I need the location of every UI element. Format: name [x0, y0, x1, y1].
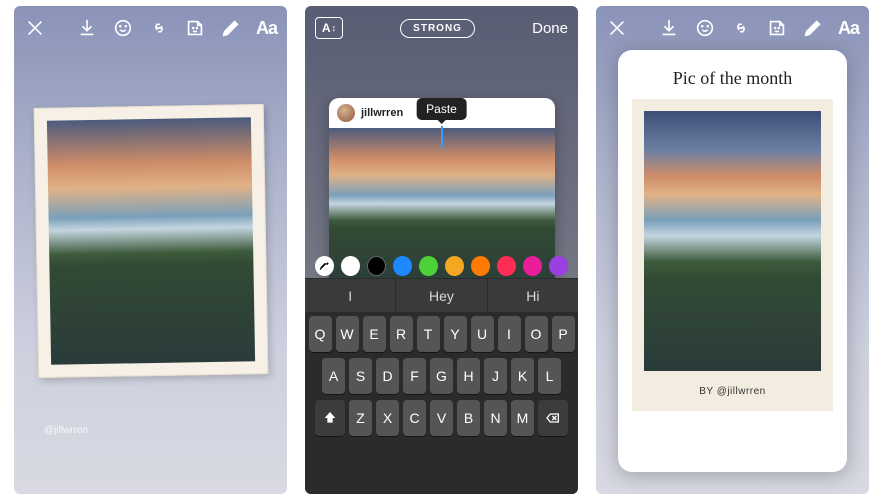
font-size-picker-icon[interactable] [315, 17, 343, 39]
key-t[interactable]: T [417, 316, 440, 352]
keyboard-row-1: QWERTYUIOP [307, 316, 576, 352]
avatar [337, 104, 355, 122]
story-editor-panel-1: Aa @jillwrren [14, 6, 287, 494]
shift-key[interactable] [315, 400, 345, 436]
color-green[interactable] [419, 256, 438, 276]
suggestion-3[interactable]: Hi [488, 279, 578, 312]
draw-icon[interactable] [220, 17, 242, 39]
key-m[interactable]: M [511, 400, 534, 436]
text-tool-button[interactable]: Aa [838, 18, 859, 39]
color-red[interactable] [497, 256, 516, 276]
key-y[interactable]: Y [444, 316, 467, 352]
key-w[interactable]: W [336, 316, 359, 352]
key-h[interactable]: H [457, 358, 480, 394]
text-edit-toolbar: STRONG Done [305, 6, 578, 50]
done-button[interactable]: Done [532, 20, 568, 37]
key-e[interactable]: E [363, 316, 386, 352]
photo-caption: BY @jillwrren [632, 386, 833, 397]
keyboard-row-2: ASDFGHJKL [307, 358, 576, 394]
key-k[interactable]: K [511, 358, 534, 394]
color-purple[interactable] [549, 256, 568, 276]
sticker-icon[interactable] [766, 17, 788, 39]
color-magenta[interactable] [523, 256, 542, 276]
color-picker-row [305, 256, 578, 276]
story-editor-panel-3: Aa Pic of the month BY @jillwrren [596, 6, 869, 494]
key-f[interactable]: F [403, 358, 426, 394]
story-toolbar: Aa [14, 6, 287, 50]
key-i[interactable]: I [498, 316, 521, 352]
suggestion-1[interactable]: I [305, 279, 396, 312]
close-icon[interactable] [606, 17, 628, 39]
download-icon[interactable] [658, 17, 680, 39]
key-l[interactable]: L [538, 358, 561, 394]
text-cursor [441, 126, 443, 148]
draw-icon[interactable] [802, 17, 824, 39]
keyboard-row-3: ZXCVBNM [307, 400, 576, 436]
color-gold[interactable] [445, 256, 464, 276]
photo-frame: BY @jillwrren [632, 99, 833, 411]
key-o[interactable]: O [525, 316, 548, 352]
sticker-icon[interactable] [184, 17, 206, 39]
key-z[interactable]: Z [349, 400, 372, 436]
key-p[interactable]: P [552, 316, 575, 352]
card-title: Pic of the month [618, 50, 847, 99]
key-a[interactable]: A [322, 358, 345, 394]
photo-content [47, 117, 255, 365]
post-username: jillwrren [361, 107, 403, 119]
link-icon[interactable] [148, 17, 170, 39]
author-watermark: @jillwrren [44, 425, 88, 436]
key-q[interactable]: Q [309, 316, 332, 352]
eyedropper-icon[interactable] [315, 256, 334, 276]
paste-tooltip[interactable]: Paste [416, 98, 467, 120]
font-style-pill[interactable]: STRONG [400, 19, 475, 38]
key-r[interactable]: R [390, 316, 413, 352]
text-tool-button[interactable]: Aa [256, 18, 277, 39]
backspace-key[interactable] [538, 400, 568, 436]
color-white[interactable] [341, 256, 360, 276]
key-x[interactable]: X [376, 400, 399, 436]
suggestion-2[interactable]: Hey [396, 279, 487, 312]
key-u[interactable]: U [471, 316, 494, 352]
link-icon[interactable] [730, 17, 752, 39]
color-orange[interactable] [471, 256, 490, 276]
key-d[interactable]: D [376, 358, 399, 394]
photo-content [644, 111, 821, 371]
story-editor-panel-2: STRONG Done jillwrren Paste I Hey Hi QWE… [305, 6, 578, 494]
story-toolbar: Aa [596, 6, 869, 50]
download-icon[interactable] [76, 17, 98, 39]
story-photo-frame[interactable] [34, 104, 269, 378]
keyboard-suggestion-bar: I Hey Hi [305, 278, 578, 312]
face-filter-icon[interactable] [112, 17, 134, 39]
story-card[interactable]: Pic of the month BY @jillwrren [618, 50, 847, 472]
key-b[interactable]: B [457, 400, 480, 436]
close-icon[interactable] [24, 17, 46, 39]
key-n[interactable]: N [484, 400, 507, 436]
key-c[interactable]: C [403, 400, 426, 436]
color-blue[interactable] [393, 256, 412, 276]
face-filter-icon[interactable] [694, 17, 716, 39]
keyboard: QWERTYUIOP ASDFGHJKL ZXCVBNM [305, 312, 578, 494]
key-g[interactable]: G [430, 358, 453, 394]
key-s[interactable]: S [349, 358, 372, 394]
color-black[interactable] [367, 256, 386, 276]
key-v[interactable]: V [430, 400, 453, 436]
key-j[interactable]: J [484, 358, 507, 394]
